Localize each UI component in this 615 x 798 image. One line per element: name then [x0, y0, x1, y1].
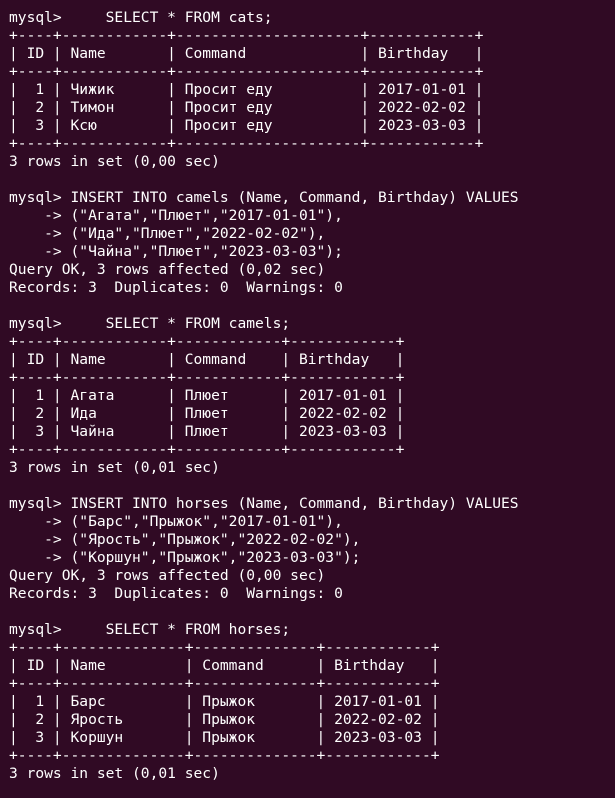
table-border: +----+------------+---------------------… [9, 63, 484, 80]
records-status: Records: 3 Duplicates: 0 Warnings: 0 [9, 585, 343, 602]
prompt-line: mysql> SELECT * FROM camels; [9, 315, 291, 332]
continuation-line: -> ("Ярость","Прыжок","2022-02-02"), [9, 531, 361, 548]
table-border: +----+------------+---------------------… [9, 135, 484, 152]
table-header: | ID | Name | Command | Birthday | [9, 45, 484, 62]
result-summary: 3 rows in set (0,01 sec) [9, 765, 220, 782]
query-status: Query OK, 3 rows affected (0,02 sec) [9, 261, 326, 278]
result-summary: 3 rows in set (0,01 sec) [9, 459, 220, 476]
table-border: +----+--------------+--------------+----… [9, 639, 440, 656]
table-row: | 1 | Агата | Плюет | 2017-01-01 | [9, 387, 405, 404]
query-status: Query OK, 3 rows affected (0,00 sec) [9, 567, 326, 584]
table-border: +----+------------+---------------------… [9, 27, 484, 44]
table-row: | 2 | Ярость | Прыжок | 2022-02-02 | [9, 711, 440, 728]
continuation-line: -> ("Барс","Прыжок","2017-01-01"), [9, 513, 343, 530]
table-row: | 3 | Ксю | Просит еду | 2023-03-03 | [9, 117, 484, 134]
table-border: +----+------------+------------+--------… [9, 441, 405, 458]
prompt-line: mysql> INSERT INTO horses (Name, Command… [9, 495, 519, 512]
prompt-line: mysql> INSERT INTO camels (Name, Command… [9, 189, 519, 206]
table-row: | 1 | Чижик | Просит еду | 2017-01-01 | [9, 81, 484, 98]
table-border: +----+--------------+--------------+----… [9, 747, 440, 764]
result-summary: 3 rows in set (0,00 sec) [9, 153, 220, 170]
terminal-output[interactable]: mysql> SELECT * FROM cats; +----+-------… [9, 9, 609, 783]
table-row: | 1 | Барс | Прыжок | 2017-01-01 | [9, 693, 440, 710]
table-border: +----+------------+------------+--------… [9, 369, 405, 386]
table-header: | ID | Name | Command | Birthday | [9, 657, 440, 674]
continuation-line: -> ("Чайна","Плюет","2023-03-03"); [9, 243, 343, 260]
continuation-line: -> ("Ида","Плюет","2022-02-02"), [9, 225, 326, 242]
continuation-line: -> ("Агата","Плюет","2017-01-01"), [9, 207, 343, 224]
table-row: | 3 | Чайна | Плюет | 2023-03-03 | [9, 423, 405, 440]
table-border: +----+------------+------------+--------… [9, 333, 405, 350]
table-row: | 2 | Ида | Плюет | 2022-02-02 | [9, 405, 405, 422]
prompt-line: mysql> SELECT * FROM horses; [9, 621, 291, 638]
prompt-line: mysql> SELECT * FROM cats; [9, 9, 273, 26]
records-status: Records: 3 Duplicates: 0 Warnings: 0 [9, 279, 343, 296]
continuation-line: -> ("Коршун","Прыжок","2023-03-03"); [9, 549, 361, 566]
table-border: +----+--------------+--------------+----… [9, 675, 440, 692]
table-header: | ID | Name | Command | Birthday | [9, 351, 405, 368]
table-row: | 3 | Коршун | Прыжок | 2023-03-03 | [9, 729, 440, 746]
table-row: | 2 | Тимон | Просит еду | 2022-02-02 | [9, 99, 484, 116]
